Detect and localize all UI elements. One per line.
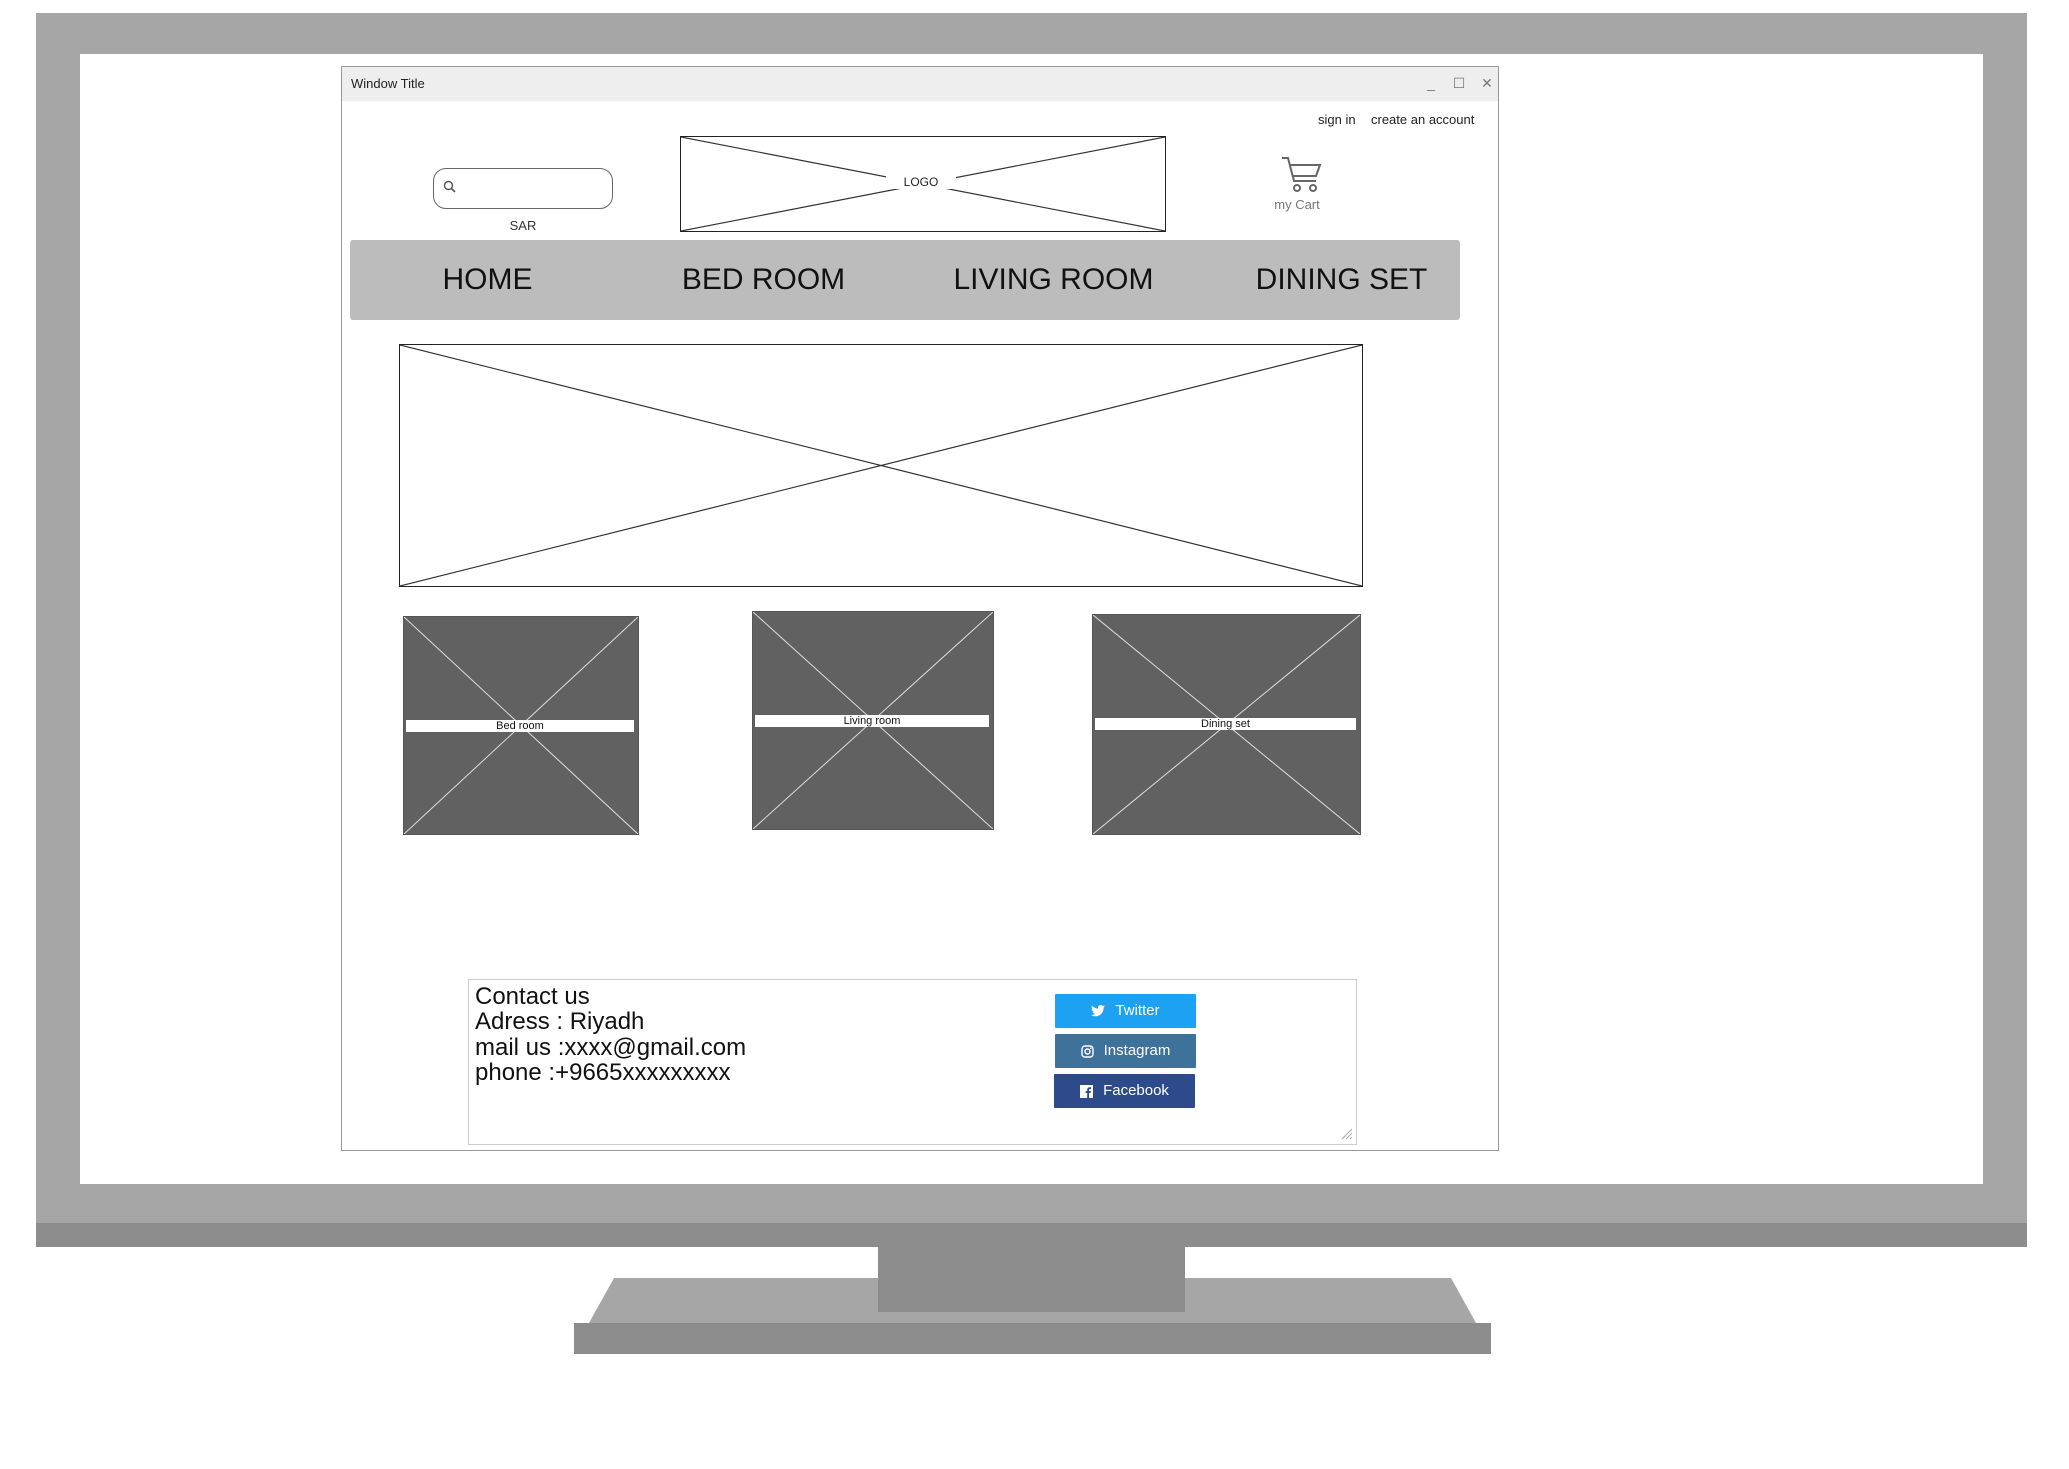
twitter-label: Twitter	[1115, 1002, 1160, 1019]
facebook-button[interactable]: Facebook	[1054, 1074, 1195, 1108]
logo-placeholder[interactable]: LOGO	[680, 136, 1166, 232]
category-label: Living room	[755, 715, 989, 727]
sign-in-link[interactable]: sign in	[1318, 112, 1356, 127]
nav-home[interactable]: HOME	[380, 260, 595, 300]
facebook-label: Facebook	[1103, 1082, 1169, 1099]
category-card-living-room[interactable]: Living room	[752, 611, 994, 830]
nav-bed-room[interactable]: BED ROOM	[656, 260, 871, 300]
instagram-label: Instagram	[1103, 1042, 1171, 1059]
logo-text: LOGO	[886, 175, 956, 189]
contact-address: Adress : Riyadh	[475, 1008, 645, 1035]
cart-label: my Cart	[1274, 197, 1320, 212]
contact-heading: Contact us	[475, 983, 590, 1010]
contact-textarea[interactable]: Contact us Adress : Riyadh mail us :xxxx…	[468, 979, 1357, 1145]
hero-banner-image[interactable]	[399, 344, 1363, 587]
minimize-icon[interactable]: _	[1421, 73, 1441, 93]
search-icon	[443, 180, 456, 193]
category-label: Dining set	[1095, 718, 1356, 730]
cart-icon	[1282, 157, 1322, 192]
monitor-stand-neck	[878, 1247, 1185, 1312]
category-card-bed-room[interactable]: Bed room	[403, 616, 639, 835]
instagram-icon	[1080, 1044, 1094, 1058]
cart-button[interactable]: my Cart	[1252, 155, 1342, 215]
maximize-icon[interactable]: ☐	[1449, 73, 1469, 93]
contact-phone: phone :+9665xxxxxxxxx	[475, 1059, 731, 1086]
instagram-button[interactable]: Instagram	[1055, 1034, 1196, 1068]
create-account-link[interactable]: create an account	[1371, 112, 1474, 127]
twitter-icon	[1091, 1005, 1106, 1017]
title-bar[interactable]: Window Title _ ☐ ✕	[342, 67, 1498, 101]
monitor-bezel-bottom	[36, 1223, 2027, 1247]
category-card-dining-set[interactable]: Dining set	[1092, 614, 1361, 835]
close-icon[interactable]: ✕	[1477, 73, 1497, 93]
category-label: Bed room	[406, 720, 634, 732]
nav-dining-set[interactable]: DINING SET	[1214, 260, 1469, 300]
contact-email: mail us :xxxx@gmail.com	[475, 1034, 747, 1061]
facebook-icon	[1080, 1084, 1094, 1098]
window-title: Window Title	[351, 76, 425, 91]
twitter-button[interactable]: Twitter	[1055, 994, 1196, 1028]
nav-living-room[interactable]: LIVING ROOM	[926, 260, 1181, 300]
currency-label: SAR	[509, 218, 537, 233]
main-nav: HOME BED ROOM LIVING ROOM DINING SET	[350, 240, 1460, 320]
app-window: Window Title _ ☐ ✕ sign in create an acc…	[341, 66, 1499, 1151]
resize-grip-icon[interactable]	[1339, 1126, 1353, 1140]
search-input[interactable]	[433, 168, 613, 209]
